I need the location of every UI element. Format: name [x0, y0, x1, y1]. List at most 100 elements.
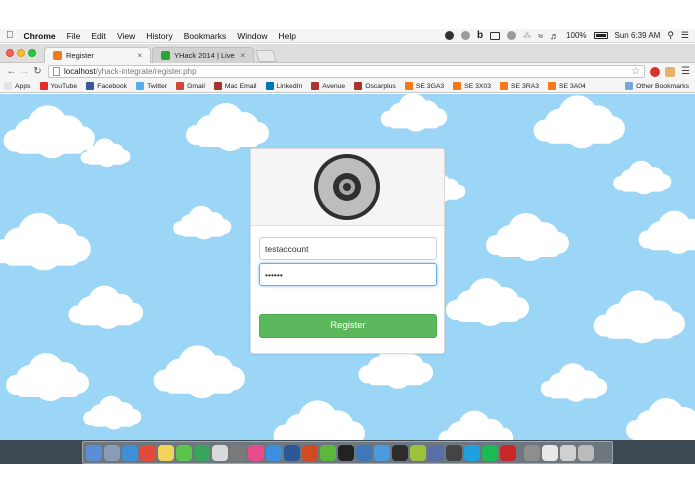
cloud [3, 105, 95, 159]
battery-icon[interactable] [593, 32, 608, 39]
chrome-menu-icon[interactable]: ☰ [681, 66, 690, 77]
menu-app-name[interactable]: Chrome [24, 31, 56, 41]
tab-close-icon[interactable]: × [240, 51, 245, 60]
bookmark-linkedin[interactable]: LinkedIn [265, 82, 302, 90]
r-icon[interactable] [428, 444, 444, 461]
bookmark-apps[interactable]: Apps [4, 82, 31, 90]
volume-icon[interactable]: ♬ [550, 31, 559, 41]
menu-bookmarks[interactable]: Bookmarks [184, 31, 227, 41]
notification-center-icon[interactable]: ☰ [681, 30, 689, 41]
bookmark-se-3ga3[interactable]: SE 3GA3 [404, 82, 444, 90]
b-icon[interactable]: b [477, 30, 483, 41]
skype-icon[interactable] [464, 444, 480, 461]
github-icon[interactable] [338, 444, 354, 461]
card-header [251, 149, 444, 226]
tab-register[interactable]: Register × [44, 47, 151, 63]
cloud [0, 212, 91, 271]
terminal-icon[interactable] [392, 444, 408, 461]
bookmark-label: Apps [15, 82, 31, 90]
menu-status-area: b ⁂ ≈ ♬ 100% Sun 6:39 AM ⚲ ☰ [444, 30, 689, 41]
xcode-icon[interactable] [374, 444, 390, 461]
bookmark-label: Facebook [97, 82, 128, 90]
password-input[interactable] [259, 263, 437, 286]
time-machine-icon[interactable] [507, 31, 517, 40]
top-margin [0, 0, 695, 29]
bookmark-facebook[interactable]: Facebook [86, 82, 127, 90]
bookmark-se-3x03[interactable]: SE 3X03 [453, 82, 491, 90]
bookmark-oscarplus[interactable]: Oscarplus [354, 82, 396, 90]
back-arrow-icon[interactable]: ← [5, 66, 18, 77]
battery-percent[interactable]: 100% [566, 31, 586, 40]
forward-arrow-icon[interactable]: → [18, 66, 31, 77]
appstore-icon[interactable] [266, 444, 282, 461]
cloud [6, 353, 89, 401]
itunes-icon[interactable] [248, 444, 264, 461]
address-bar[interactable]: localhost /yhack-integrate/register.php … [48, 65, 646, 78]
downloads-icon[interactable] [560, 444, 576, 461]
launchpad-icon[interactable] [104, 444, 120, 461]
upwork-icon[interactable] [320, 444, 336, 461]
notes-icon[interactable] [158, 444, 174, 461]
console-icon[interactable] [446, 444, 462, 461]
sourcetree-icon[interactable] [356, 444, 372, 461]
wifi-icon[interactable]: ≈ [538, 31, 543, 41]
spotlight-icon[interactable]: ⚲ [667, 30, 674, 41]
photo-icon[interactable] [230, 444, 246, 461]
username-input[interactable] [259, 237, 437, 260]
facetime-icon[interactable] [194, 444, 210, 461]
register-button[interactable]: Register [259, 314, 437, 338]
finder-icon[interactable] [86, 444, 102, 461]
minimize-window-button[interactable] [17, 49, 25, 57]
filezilla-icon[interactable] [500, 444, 516, 461]
menu-help[interactable]: Help [278, 31, 295, 41]
word-icon[interactable] [284, 444, 300, 461]
bluetooth-icon[interactable]: ⁂ [523, 31, 531, 40]
sync-icon[interactable] [460, 31, 470, 40]
airplay-icon[interactable] [490, 31, 501, 40]
bookmark-gmail[interactable]: Gmail [176, 82, 205, 90]
tab-label: YHack 2014 | Live [174, 51, 235, 60]
android-icon[interactable] [410, 444, 426, 461]
bookmark-label: Gmail [187, 82, 205, 90]
zoom-window-button[interactable] [28, 49, 36, 57]
menu-history[interactable]: History [146, 31, 172, 41]
bookmark-star-icon[interactable]: ☆ [631, 66, 640, 77]
menu-file[interactable]: File [67, 31, 81, 41]
tab-close-icon[interactable]: × [137, 51, 142, 60]
system-prefs-icon[interactable] [524, 444, 540, 461]
other-bookmarks-label: Other Bookmarks [636, 82, 689, 90]
bookmark-favicon-icon [500, 82, 509, 90]
powerpoint-icon[interactable] [302, 444, 318, 461]
preview-icon[interactable] [212, 444, 228, 461]
dropbox-icon[interactable] [444, 31, 454, 40]
bookmark-label: SE 3RA3 [511, 82, 539, 90]
trash-icon[interactable] [578, 444, 594, 461]
spotify-icon[interactable] [482, 444, 498, 461]
safari-icon[interactable] [122, 444, 138, 461]
extension-icon[interactable] [665, 66, 676, 77]
cloud [486, 213, 569, 261]
bookmark-se-3a04[interactable]: SE 3A04 [547, 82, 586, 90]
bookmark-se-3ra3[interactable]: SE 3RA3 [500, 82, 539, 90]
apple-icon[interactable]:  [6, 30, 14, 41]
opera-extension-icon[interactable] [650, 66, 661, 77]
new-tab-button[interactable] [255, 50, 277, 62]
tab-yhack[interactable]: YHack 2014 | Live × [152, 47, 254, 63]
other-bookmarks[interactable]: Other Bookmarks [625, 82, 689, 90]
bookmark-youtube[interactable]: YouTube [39, 82, 77, 90]
bookmark-avenue[interactable]: Avenue [311, 82, 345, 90]
cloud [533, 95, 625, 149]
bottom-margin [0, 464, 695, 494]
cloud [593, 290, 685, 344]
menu-edit[interactable]: Edit [91, 31, 106, 41]
bookmark-mac-email[interactable]: Mac Email [213, 82, 257, 90]
chrome-icon[interactable] [140, 444, 156, 461]
documents-icon[interactable] [542, 444, 558, 461]
reload-icon[interactable]: ↻ [31, 66, 44, 77]
menu-view[interactable]: View [117, 31, 135, 41]
bookmark-twitter[interactable]: Twitter [136, 82, 167, 90]
clock[interactable]: Sun 6:39 AM [615, 31, 661, 40]
messages-icon[interactable] [176, 444, 192, 461]
menu-window[interactable]: Window [237, 31, 267, 41]
close-window-button[interactable] [6, 49, 14, 57]
